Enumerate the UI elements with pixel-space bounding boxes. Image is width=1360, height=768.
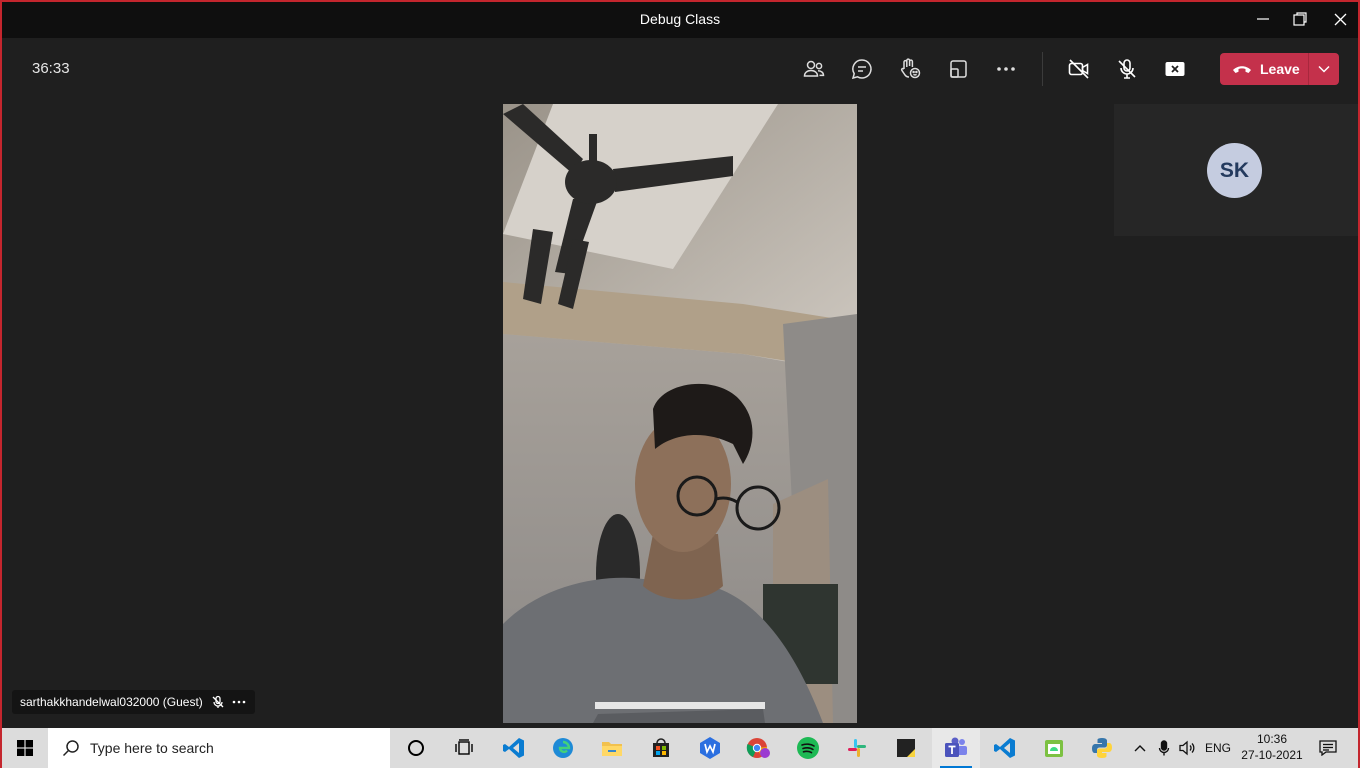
chat-icon [851,59,872,80]
restore-button[interactable] [1278,0,1322,38]
mic-muted-icon [212,695,224,708]
camera-off-icon [1068,59,1089,79]
restore-icon [1293,12,1307,26]
chevron-up-icon [1134,745,1146,752]
participant-nametag: sarthakkhandelwal032000 (Guest) [12,690,255,714]
tray-language[interactable]: ENG [1202,728,1234,768]
minimize-icon [1257,18,1269,20]
phone-icon [1233,66,1251,73]
close-button[interactable] [1318,0,1360,38]
clock-time: 10:36 [1256,732,1288,746]
action-center-button[interactable] [1314,728,1342,768]
clock-date: 27-10-2021 [1241,748,1303,762]
vscode-icon [503,738,524,758]
taskbar-python[interactable] [1078,728,1126,768]
reactions-button[interactable] [894,53,926,85]
task-view-button[interactable] [440,728,488,768]
taskbar-vscode-2[interactable] [981,728,1029,768]
chrome-icon [746,738,770,758]
cortana-button[interactable] [392,728,440,768]
speaker-icon [1179,740,1195,756]
participant-video[interactable] [503,104,857,723]
window-title: Debug Class [639,11,721,27]
taskbar-android-app[interactable] [1030,728,1078,768]
taskbar-slack[interactable] [833,728,881,768]
taskbar-wps[interactable] [686,728,734,768]
slack-icon [848,739,866,757]
start-button[interactable] [2,728,48,768]
python-icon [1092,738,1112,758]
android-app-icon [1045,740,1063,757]
stop-sharing-button[interactable] [1159,53,1191,85]
tray-microphone[interactable] [1153,728,1175,768]
spotify-icon [797,737,819,759]
participants-icon [803,60,825,77]
share-tray-icon [950,60,967,78]
taskbar-vscode[interactable] [490,728,538,768]
show-chat-button[interactable] [846,53,878,85]
avatar: SK [1207,143,1262,198]
reactions-icon [900,58,921,79]
tray-volume[interactable] [1177,728,1199,768]
vscode-icon [994,738,1015,758]
taskbar-sticky-notes[interactable] [882,728,930,768]
taskbar-teams[interactable] [932,728,980,768]
task-view-icon [455,739,473,755]
taskbar-spotify[interactable] [784,728,832,768]
notifications-icon [1319,740,1337,756]
video-feed-image [503,104,857,723]
wps-icon [700,737,720,759]
participant-tile[interactable]: SK [1114,104,1358,236]
meeting-stage: SK sarthakkhandelwal032000 (Guest) [2,100,1358,728]
taskbar-file-explorer[interactable] [588,728,636,768]
cortana-icon [408,740,424,756]
show-hidden-icons-button[interactable] [1128,728,1152,768]
search-icon [62,740,79,757]
search-placeholder: Type here to search [90,740,214,756]
taskbar-search[interactable]: Type here to search [48,728,390,768]
call-timer: 36:33 [32,60,70,77]
taskbar-chrome[interactable] [735,728,783,768]
taskbar-edge[interactable] [539,728,587,768]
participant-name: sarthakkhandelwal032000 (Guest) [20,695,203,709]
show-participants-button[interactable] [798,53,830,85]
leave-label: Leave [1260,61,1300,77]
tray-clock[interactable]: 10:36 27-10-2021 [1232,731,1312,763]
chevron-down-icon [1318,65,1330,73]
teams-icon [945,737,967,757]
more-icon[interactable] [231,695,247,709]
store-icon [653,738,669,757]
title-bar: Debug Class [0,0,1360,38]
sticky-notes-icon [897,739,915,757]
share-tray-button[interactable] [942,53,974,85]
camera-toggle-button[interactable] [1063,53,1095,85]
edge-icon [553,738,573,758]
windows-logo-icon [17,740,33,756]
mic-toggle-button[interactable] [1111,53,1143,85]
taskbar: Type here to search ENG 10:36 27-10-2021 [0,728,1360,768]
close-icon [1334,13,1346,25]
meeting-toolbar: 36:33 Leave [2,38,1358,100]
share-stop-icon [1165,62,1185,76]
more-icon [997,67,1015,71]
leave-options-button[interactable] [1309,53,1339,85]
more-actions-button[interactable] [990,53,1022,85]
folder-icon [602,742,622,756]
toolbar-divider [1042,52,1043,86]
mic-off-icon [1118,59,1136,79]
leave-call-button[interactable]: Leave [1220,53,1339,85]
microphone-icon [1158,740,1170,756]
taskbar-store[interactable] [637,728,685,768]
leave-main[interactable]: Leave [1220,53,1308,85]
